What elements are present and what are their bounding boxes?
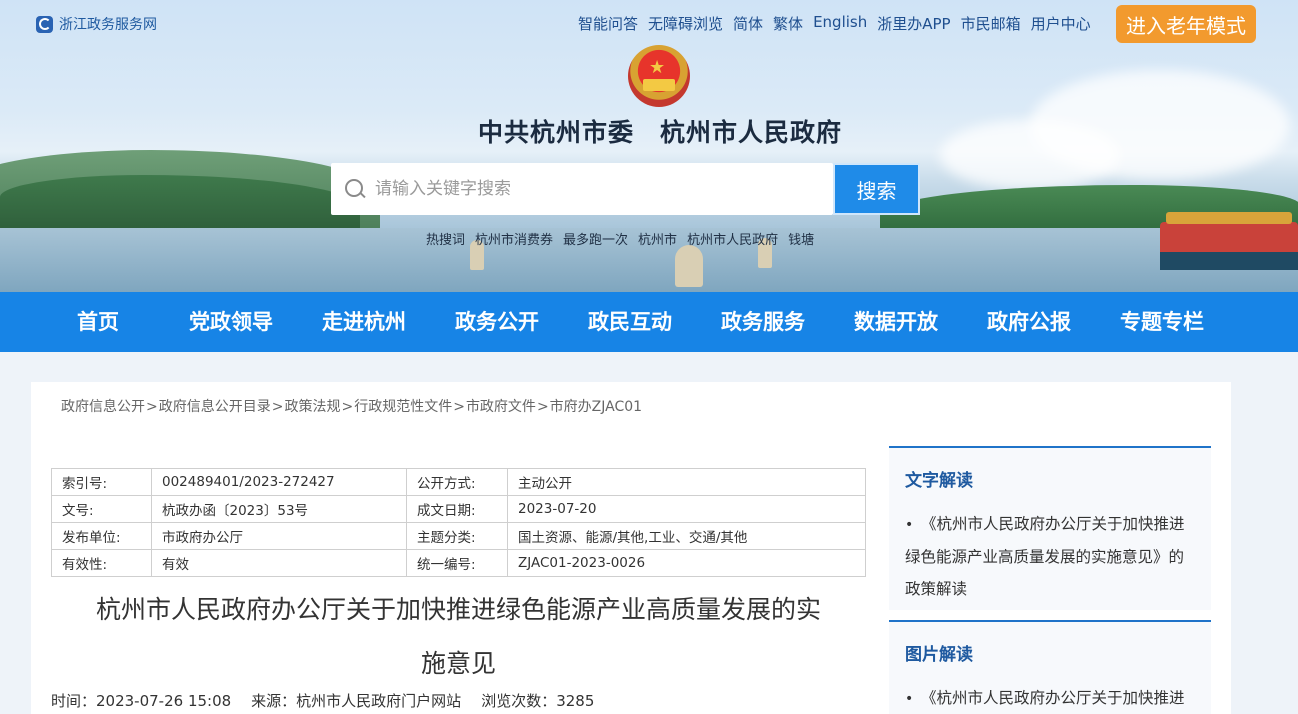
breadcrumb-separator: > bbox=[453, 399, 465, 415]
top-link-english[interactable]: English bbox=[813, 13, 867, 35]
zjzwfw-link[interactable]: 浙江政务服务网 bbox=[36, 14, 157, 34]
top-link-mailbox[interactable]: 市民邮箱 bbox=[961, 13, 1021, 35]
search-icon bbox=[345, 179, 365, 199]
meta-key: 公开方式: bbox=[406, 468, 508, 496]
breadcrumb-separator: > bbox=[271, 399, 284, 415]
top-utility-nav: 智能问答 无障碍浏览 简体 繁体 English 浙里办APP 市民邮箱 用户中… bbox=[578, 13, 1091, 35]
hotword-link[interactable]: 杭州市 bbox=[638, 229, 677, 248]
meta-value: 国土资源、能源/其他,工业、交通/其他 bbox=[507, 522, 866, 550]
table-row: 索引号: 002489401/2023-272427 公开方式: 主动公开 bbox=[51, 468, 866, 496]
bullet-icon: • bbox=[905, 517, 914, 533]
top-link-smart-qa[interactable]: 智能问答 bbox=[578, 13, 638, 35]
sidebar-text-interpretation: 文字解读 • 《杭州市人民政府办公厅关于加快推进绿色能源产业高质量发展的实施意见》… bbox=[889, 446, 1211, 610]
meta-key: 发布单位: bbox=[51, 522, 152, 550]
meta-value: 2023-07-20 bbox=[507, 495, 866, 523]
national-emblem-icon bbox=[628, 45, 690, 107]
meta-value: 主动公开 bbox=[507, 468, 866, 496]
breadcrumb-item[interactable]: 政府信息公开目录 bbox=[159, 399, 271, 415]
elder-mode-button[interactable]: 进入老年模式 bbox=[1116, 5, 1256, 43]
meta-value: ZJAC01-2023-0026 bbox=[507, 549, 866, 577]
meta-key: 有效性: bbox=[51, 549, 152, 577]
document-source: 来源：杭州市人民政府门户网站 bbox=[251, 692, 462, 710]
document-info: 时间：2023-07-26 15:08 来源：杭州市人民政府门户网站 浏览次数：… bbox=[51, 690, 594, 711]
hotword-link[interactable]: 最多跑一次 bbox=[563, 229, 628, 248]
nav-open-data[interactable]: 数据开放 bbox=[836, 292, 956, 352]
document-meta-table: 索引号: 002489401/2023-272427 公开方式: 主动公开 文号… bbox=[51, 468, 866, 577]
top-link-simplified[interactable]: 简体 bbox=[733, 13, 763, 35]
sidebar-link-label: 《杭州市人民政府办公厅关于加快推进绿色能源产业高质量发展的实施意见》的政策解读 bbox=[905, 515, 1185, 598]
breadcrumb-item[interactable]: 市政府文件 bbox=[466, 399, 536, 415]
top-link-app[interactable]: 浙里办APP bbox=[877, 13, 950, 35]
hotword-link[interactable]: 杭州市人民政府 bbox=[687, 229, 778, 248]
hotword-link[interactable]: 杭州市消费券 bbox=[475, 229, 553, 248]
nav-interaction[interactable]: 政民互动 bbox=[570, 292, 690, 352]
meta-key: 文号: bbox=[51, 495, 152, 523]
breadcrumb-item[interactable]: 政策法规 bbox=[284, 399, 340, 415]
publish-time: 时间：2023-07-26 15:08 bbox=[51, 692, 232, 710]
meta-value: 002489401/2023-272427 bbox=[151, 468, 407, 496]
table-row: 发布单位: 市政府办公厅 主题分类: 国土资源、能源/其他,工业、交通/其他 bbox=[51, 522, 866, 550]
breadcrumb-separator: > bbox=[341, 399, 354, 415]
site-title: 中共杭州市委 杭州市人民政府 bbox=[477, 118, 842, 147]
meta-value: 有效 bbox=[151, 549, 407, 577]
meta-value: 市政府办公厅 bbox=[151, 522, 407, 550]
search-box bbox=[331, 163, 833, 215]
nav-special-topics[interactable]: 专题专栏 bbox=[1102, 292, 1222, 352]
nav-home[interactable]: 首页 bbox=[38, 292, 158, 352]
sidebar-link-label: 《杭州市人民政府办公厅关于加快推进 bbox=[921, 689, 1185, 707]
top-link-traditional[interactable]: 繁体 bbox=[773, 13, 803, 35]
table-row: 文号: 杭政办函〔2023〕53号 成文日期: 2023-07-20 bbox=[51, 495, 866, 523]
breadcrumb-item[interactable]: 行政规范性文件 bbox=[354, 399, 452, 415]
sidebar-link[interactable]: • 《杭州市人民政府办公厅关于加快推进绿色能源产业高质量发展的实施意见》的政策解读 bbox=[889, 498, 1211, 605]
sidebar-heading: 文字解读 bbox=[905, 471, 973, 491]
nav-gov-affairs[interactable]: 政务公开 bbox=[437, 292, 557, 352]
breadcrumb-separator: > bbox=[146, 399, 158, 415]
breadcrumb-item[interactable]: 市府办ZJAC01 bbox=[550, 399, 642, 415]
breadcrumb-item[interactable]: 政府信息公开 bbox=[61, 399, 145, 415]
main-nav: 首页 党政领导 走进杭州 政务公开 政民互动 政务服务 数据开放 政府公报 专题… bbox=[0, 292, 1298, 352]
meta-key: 成文日期: bbox=[406, 495, 508, 523]
document-title-line: 施意见 bbox=[420, 649, 496, 678]
nav-leadership[interactable]: 党政领导 bbox=[171, 292, 291, 352]
zjzwfw-link-label: 浙江政务服务网 bbox=[59, 17, 157, 33]
document-title-line: 杭州市人民政府办公厅关于加快推进绿色能源产业高质量发展的实 bbox=[95, 595, 821, 624]
sidebar-image-interpretation: 图片解读 • 《杭州市人民政府办公厅关于加快推进 bbox=[889, 620, 1211, 714]
table-row: 有效性: 有效 统一编号: ZJAC01-2023-0026 bbox=[51, 549, 866, 577]
hot-search-words: 热搜词 杭州市消费券 最多跑一次 杭州市 杭州市人民政府 钱塘 bbox=[426, 229, 814, 248]
meta-key: 索引号: bbox=[51, 468, 152, 496]
cloud-decoration bbox=[940, 120, 1120, 190]
hotwords-label: 热搜词 bbox=[426, 233, 466, 248]
breadcrumb: 政府信息公开>政府信息公开目录>政策法规>行政规范性文件>市政府文件>市府办ZJ… bbox=[61, 396, 642, 416]
document-title: 杭州市人民政府办公厅关于加快推进绿色能源产业高质量发展的实 施意见 bbox=[51, 583, 866, 691]
sidebar-heading: 图片解读 bbox=[905, 645, 973, 665]
top-link-accessibility[interactable]: 无障碍浏览 bbox=[648, 13, 723, 35]
search-button[interactable]: 搜索 bbox=[833, 163, 920, 215]
search-input[interactable] bbox=[375, 179, 795, 199]
meta-key: 统一编号: bbox=[406, 549, 508, 577]
sidebar-link[interactable]: • 《杭州市人民政府办公厅关于加快推进 bbox=[889, 672, 1211, 714]
pagoda-decoration bbox=[675, 245, 703, 287]
nav-about-hangzhou[interactable]: 走进杭州 bbox=[304, 292, 424, 352]
view-count: 浏览次数：3285 bbox=[481, 692, 595, 710]
bullet-icon: • bbox=[905, 691, 914, 707]
nav-gazette[interactable]: 政府公报 bbox=[969, 292, 1089, 352]
breadcrumb-separator: > bbox=[536, 399, 549, 415]
boat-decoration bbox=[1160, 212, 1298, 270]
hotword-link[interactable]: 钱塘 bbox=[788, 229, 814, 248]
nav-services[interactable]: 政务服务 bbox=[703, 292, 823, 352]
meta-key: 主题分类: bbox=[406, 522, 508, 550]
top-link-user-center[interactable]: 用户中心 bbox=[1031, 13, 1091, 35]
meta-value: 杭政办函〔2023〕53号 bbox=[151, 495, 407, 523]
zjzwfw-logo-icon bbox=[36, 15, 53, 33]
